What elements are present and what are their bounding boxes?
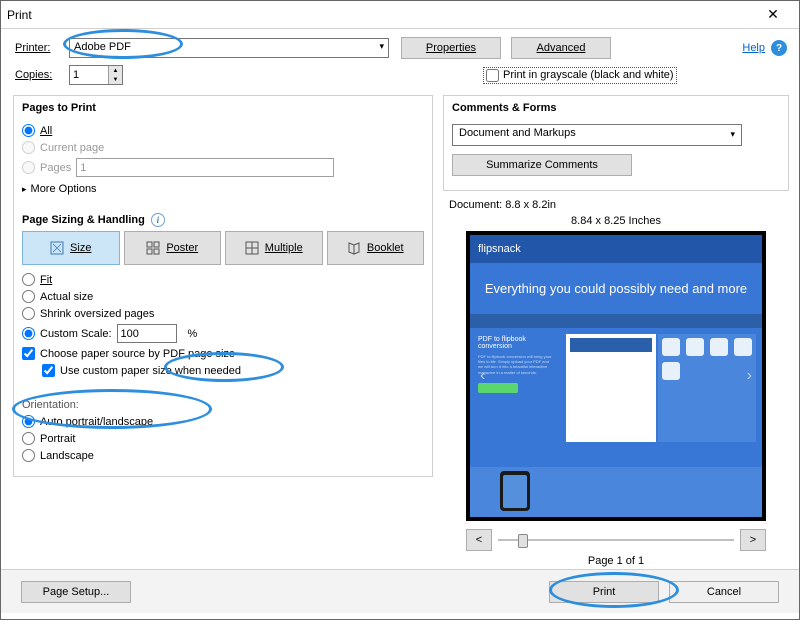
sizing-title: Page Sizing & Handling i	[22, 207, 424, 231]
poster-icon	[146, 241, 160, 255]
size-icon	[50, 241, 64, 255]
comments-select[interactable]: Document and Markups	[452, 124, 742, 146]
top-toolbar: Printer: Adobe PDF Properties Advanced H…	[1, 29, 799, 95]
radio-portrait[interactable]: Portrait	[22, 432, 424, 445]
page-setup-button[interactable]: Page Setup...	[21, 581, 131, 603]
copies-input[interactable]: ▲▼	[69, 65, 123, 85]
tab-poster[interactable]: Poster	[124, 231, 222, 265]
sizing-pane: Page Sizing & Handling i Size Poster Mul…	[13, 207, 433, 391]
radio-shrink[interactable]: Shrink oversized pages	[22, 307, 424, 320]
grayscale-checkbox[interactable]: Print in grayscale (black and white)	[483, 67, 677, 84]
summarize-comments-button[interactable]: Summarize Comments	[452, 154, 632, 176]
page-indicator: Page 1 of 1	[449, 555, 783, 567]
pages-to-print-title: Pages to Print	[22, 100, 424, 120]
print-preview: flipsnack Everything you could possibly …	[466, 231, 766, 521]
orientation-title: Orientation:	[22, 399, 424, 411]
comments-pane: Comments & Forms Document and Markups Su…	[443, 95, 789, 191]
multiple-icon	[245, 241, 259, 255]
tab-booklet[interactable]: Booklet	[327, 231, 425, 265]
document-dimensions: Document: 8.8 x 8.2in	[449, 199, 783, 211]
window-title: Print	[7, 8, 753, 22]
more-options-toggle[interactable]: More Options	[22, 183, 424, 195]
help-link[interactable]: Help	[742, 42, 765, 54]
radio-current-page: Current page	[22, 141, 424, 154]
checkbox-choose-paper[interactable]: Choose paper source by PDF page size	[22, 347, 424, 360]
copies-label: Copies:	[15, 69, 69, 81]
close-button[interactable]: ✕	[753, 1, 793, 29]
printer-select[interactable]: Adobe PDF	[69, 38, 389, 58]
chevron-left-icon: ‹	[474, 361, 491, 391]
footer-bar: Page Setup... Print Cancel	[1, 569, 799, 613]
properties-button[interactable]: Properties	[401, 37, 501, 59]
pages-range-input[interactable]	[76, 158, 334, 177]
zoom-slider[interactable]	[498, 530, 734, 550]
tab-multiple[interactable]: Multiple	[225, 231, 323, 265]
radio-fit[interactable]: Fit	[22, 273, 424, 286]
checkbox-use-custom-paper[interactable]: Use custom paper size when needed	[42, 364, 424, 377]
print-button[interactable]: Print	[549, 581, 659, 603]
chevron-right-icon: ›	[741, 361, 758, 391]
preview-area: Document: 8.8 x 8.2in 8.84 x 8.25 Inches…	[443, 199, 789, 567]
help-icon[interactable]: ?	[771, 40, 787, 56]
radio-actual-size[interactable]: Actual size	[22, 290, 424, 303]
booklet-icon	[347, 241, 361, 255]
radio-landscape[interactable]: Landscape	[22, 449, 424, 462]
comments-title: Comments & Forms	[452, 100, 780, 120]
spin-down-icon[interactable]: ▼	[109, 75, 122, 84]
prev-page-button[interactable]: <	[466, 529, 492, 551]
radio-custom-scale[interactable]: Custom Scale: %	[22, 324, 424, 343]
next-page-button[interactable]: >	[740, 529, 766, 551]
title-bar: Print ✕	[1, 1, 799, 29]
cancel-button[interactable]: Cancel	[669, 581, 779, 603]
radio-auto-orientation[interactable]: Auto portrait/landscape	[22, 415, 424, 428]
radio-pages[interactable]: Pages	[22, 158, 424, 177]
radio-all[interactable]: All	[22, 124, 424, 137]
sheet-dimensions: 8.84 x 8.25 Inches	[449, 215, 783, 227]
orientation-pane: Orientation: Auto portrait/landscape Por…	[13, 391, 433, 477]
spin-up-icon[interactable]: ▲	[109, 66, 122, 75]
custom-scale-input[interactable]	[117, 324, 177, 343]
tab-size[interactable]: Size	[22, 231, 120, 265]
info-icon[interactable]: i	[151, 213, 165, 227]
printer-label: Printer:	[15, 42, 69, 54]
pages-to-print-pane: Pages to Print All Current page Pages Mo…	[13, 95, 433, 207]
advanced-button[interactable]: Advanced	[511, 37, 611, 59]
